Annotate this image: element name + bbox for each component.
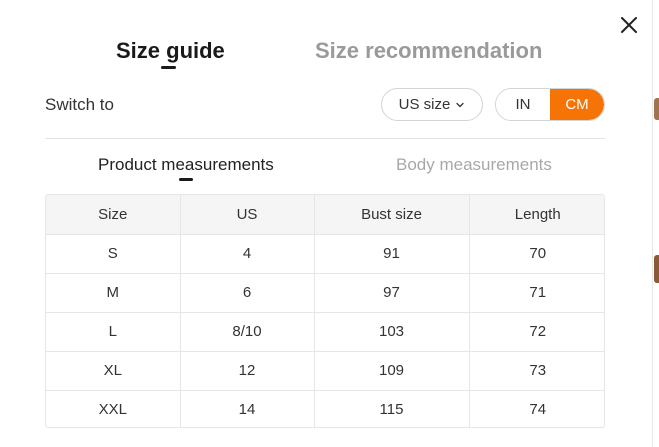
- table-cell: XL: [46, 350, 181, 391]
- table-row: XL 12 109 73: [46, 350, 604, 391]
- unit-toggle: IN CM: [495, 88, 605, 121]
- size-system-value: US size: [398, 96, 451, 113]
- column-header-length: Length: [468, 195, 604, 235]
- dialog-edge: [652, 0, 653, 447]
- background-image-fragment: [654, 255, 659, 283]
- size-table: Size US Bust size Length S 4 91 70 M 6 9…: [45, 194, 605, 428]
- table-row: M 6 97 71: [46, 272, 604, 313]
- table-cell: 115: [313, 389, 470, 427]
- tab-body-measurements[interactable]: Body measurements: [396, 155, 552, 175]
- table-cell: 103: [313, 311, 470, 352]
- table-header-row: Size US Bust size Length: [46, 195, 604, 235]
- unit-option-cm[interactable]: CM: [550, 89, 604, 120]
- tab-size-guide[interactable]: Size guide: [116, 38, 225, 64]
- switch-to-label: Switch to: [45, 95, 114, 114]
- background-edge: [652, 0, 659, 447]
- active-tab-indicator: [161, 66, 176, 69]
- active-subtab-indicator: [179, 178, 193, 181]
- section-divider: [45, 138, 605, 139]
- table-cell: 91: [313, 233, 470, 274]
- table-cell: 73: [468, 350, 604, 391]
- column-header-us: US: [179, 195, 315, 235]
- column-header-bust-size: Bust size: [313, 195, 470, 235]
- table-cell: M: [46, 272, 181, 313]
- size-system-select[interactable]: US size: [381, 88, 483, 121]
- table-cell: 70: [468, 233, 604, 274]
- table-cell: 97: [313, 272, 470, 313]
- table-cell: 14: [179, 389, 315, 427]
- table-cell: 74: [468, 389, 604, 427]
- table-cell: 72: [468, 311, 604, 352]
- table-cell: 109: [313, 350, 470, 391]
- table-cell: 12: [179, 350, 315, 391]
- table-row: XXL 14 115 74: [46, 389, 604, 427]
- close-button[interactable]: [618, 14, 640, 36]
- table-row: S 4 91 70: [46, 233, 604, 274]
- table-cell: 8/10: [179, 311, 315, 352]
- tab-product-measurements[interactable]: Product measurements: [98, 155, 274, 175]
- unit-option-in[interactable]: IN: [496, 89, 550, 120]
- tab-size-recommendation[interactable]: Size recommendation: [315, 38, 542, 64]
- background-image-fragment: [654, 98, 659, 120]
- table-cell: L: [46, 311, 181, 352]
- table-row: L 8/10 103 72: [46, 311, 604, 352]
- table-cell: S: [46, 233, 181, 274]
- table-cell: 71: [468, 272, 604, 313]
- table-cell: XXL: [46, 389, 181, 427]
- chevron-down-icon: [456, 102, 464, 107]
- column-header-size: Size: [46, 195, 181, 235]
- close-icon: [621, 17, 637, 33]
- table-cell: 6: [179, 272, 315, 313]
- table-cell: 4: [179, 233, 315, 274]
